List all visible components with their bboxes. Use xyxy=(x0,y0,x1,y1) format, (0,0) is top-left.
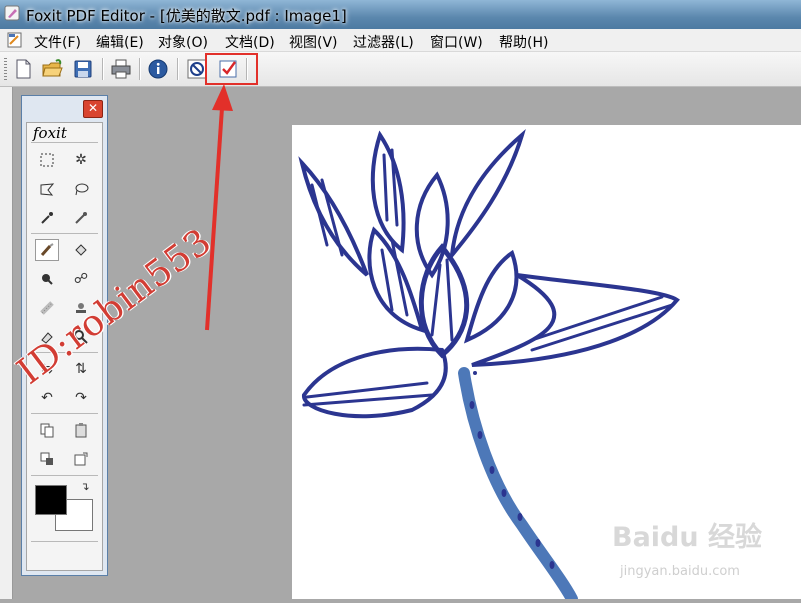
toolbar xyxy=(0,52,801,87)
pin-icon[interactable] xyxy=(35,268,59,290)
palette-divider xyxy=(31,475,98,476)
menu-window[interactable]: 窗口(W) xyxy=(430,32,483,52)
undo-icon[interactable]: ↶ xyxy=(35,387,59,409)
paint-bucket-icon[interactable] xyxy=(69,239,93,261)
toolbar-separator xyxy=(102,58,104,80)
toolbar-grip[interactable] xyxy=(4,58,7,80)
palette-brand: foxit xyxy=(33,124,67,142)
left-panel-strip xyxy=(0,87,13,599)
paste-icon[interactable] xyxy=(69,419,93,441)
annotation-arrow xyxy=(205,84,233,331)
swap-colors-icon[interactable]: ↴ xyxy=(77,479,93,493)
crop-icon[interactable] xyxy=(35,448,59,470)
polygon-lasso-icon[interactable] xyxy=(35,178,59,200)
baidu-url-watermark: jingyan.baidu.com xyxy=(620,564,740,579)
palette-divider xyxy=(31,413,98,414)
bandage-icon[interactable] xyxy=(35,297,59,319)
eyedropper-icon[interactable] xyxy=(35,207,59,229)
baidu-watermark: Baidu 经验 xyxy=(612,522,763,553)
rect-select-icon[interactable] xyxy=(35,149,59,171)
info-icon[interactable] xyxy=(147,58,169,80)
toolbar-separator xyxy=(139,58,141,80)
resize-icon[interactable] xyxy=(69,448,93,470)
palette-divider xyxy=(31,541,98,542)
menu-file[interactable]: 文件(F) xyxy=(34,32,81,52)
magic-wand-icon[interactable]: ✲ xyxy=(69,149,93,171)
copy-icon[interactable] xyxy=(35,419,59,441)
new-document-icon[interactable] xyxy=(12,58,34,80)
eyedropper-alt-icon[interactable] xyxy=(69,207,93,229)
foxit-app-icon xyxy=(4,5,20,21)
redo-icon[interactable]: ↷ xyxy=(69,387,93,409)
palette-close-button[interactable]: ✕ xyxy=(83,100,103,118)
menu-view[interactable]: 视图(V) xyxy=(289,32,338,52)
menu-object[interactable]: 对象(O) xyxy=(158,32,208,52)
lasso-icon[interactable] xyxy=(69,178,93,200)
toolbar-separator xyxy=(177,58,179,80)
title-bar: Foxit PDF Editor - [优美的散文.pdf : Image1] xyxy=(0,0,801,29)
palette-divider xyxy=(31,142,98,143)
save-icon[interactable] xyxy=(72,58,94,80)
palette-divider xyxy=(31,233,98,234)
window-title: Foxit PDF Editor - [优美的散文.pdf : Image1] xyxy=(26,7,347,25)
menu-document[interactable]: 文档(D) xyxy=(225,32,275,52)
document-menu-icon[interactable] xyxy=(6,31,24,49)
menu-edit[interactable]: 编辑(E) xyxy=(96,32,144,52)
print-icon[interactable] xyxy=(110,58,132,80)
foreground-color-swatch[interactable] xyxy=(35,485,67,515)
brush-icon[interactable] xyxy=(35,239,59,261)
menu-help[interactable]: 帮助(H) xyxy=(499,32,548,52)
menu-filter[interactable]: 过滤器(L) xyxy=(353,32,414,52)
smudge-icon[interactable]: ☍ xyxy=(69,268,93,290)
menu-bar: 文件(F) 编辑(E) 对象(O) 文档(D) 视图(V) 过滤器(L) 窗口(… xyxy=(0,29,801,52)
open-folder-icon[interactable] xyxy=(41,58,63,80)
